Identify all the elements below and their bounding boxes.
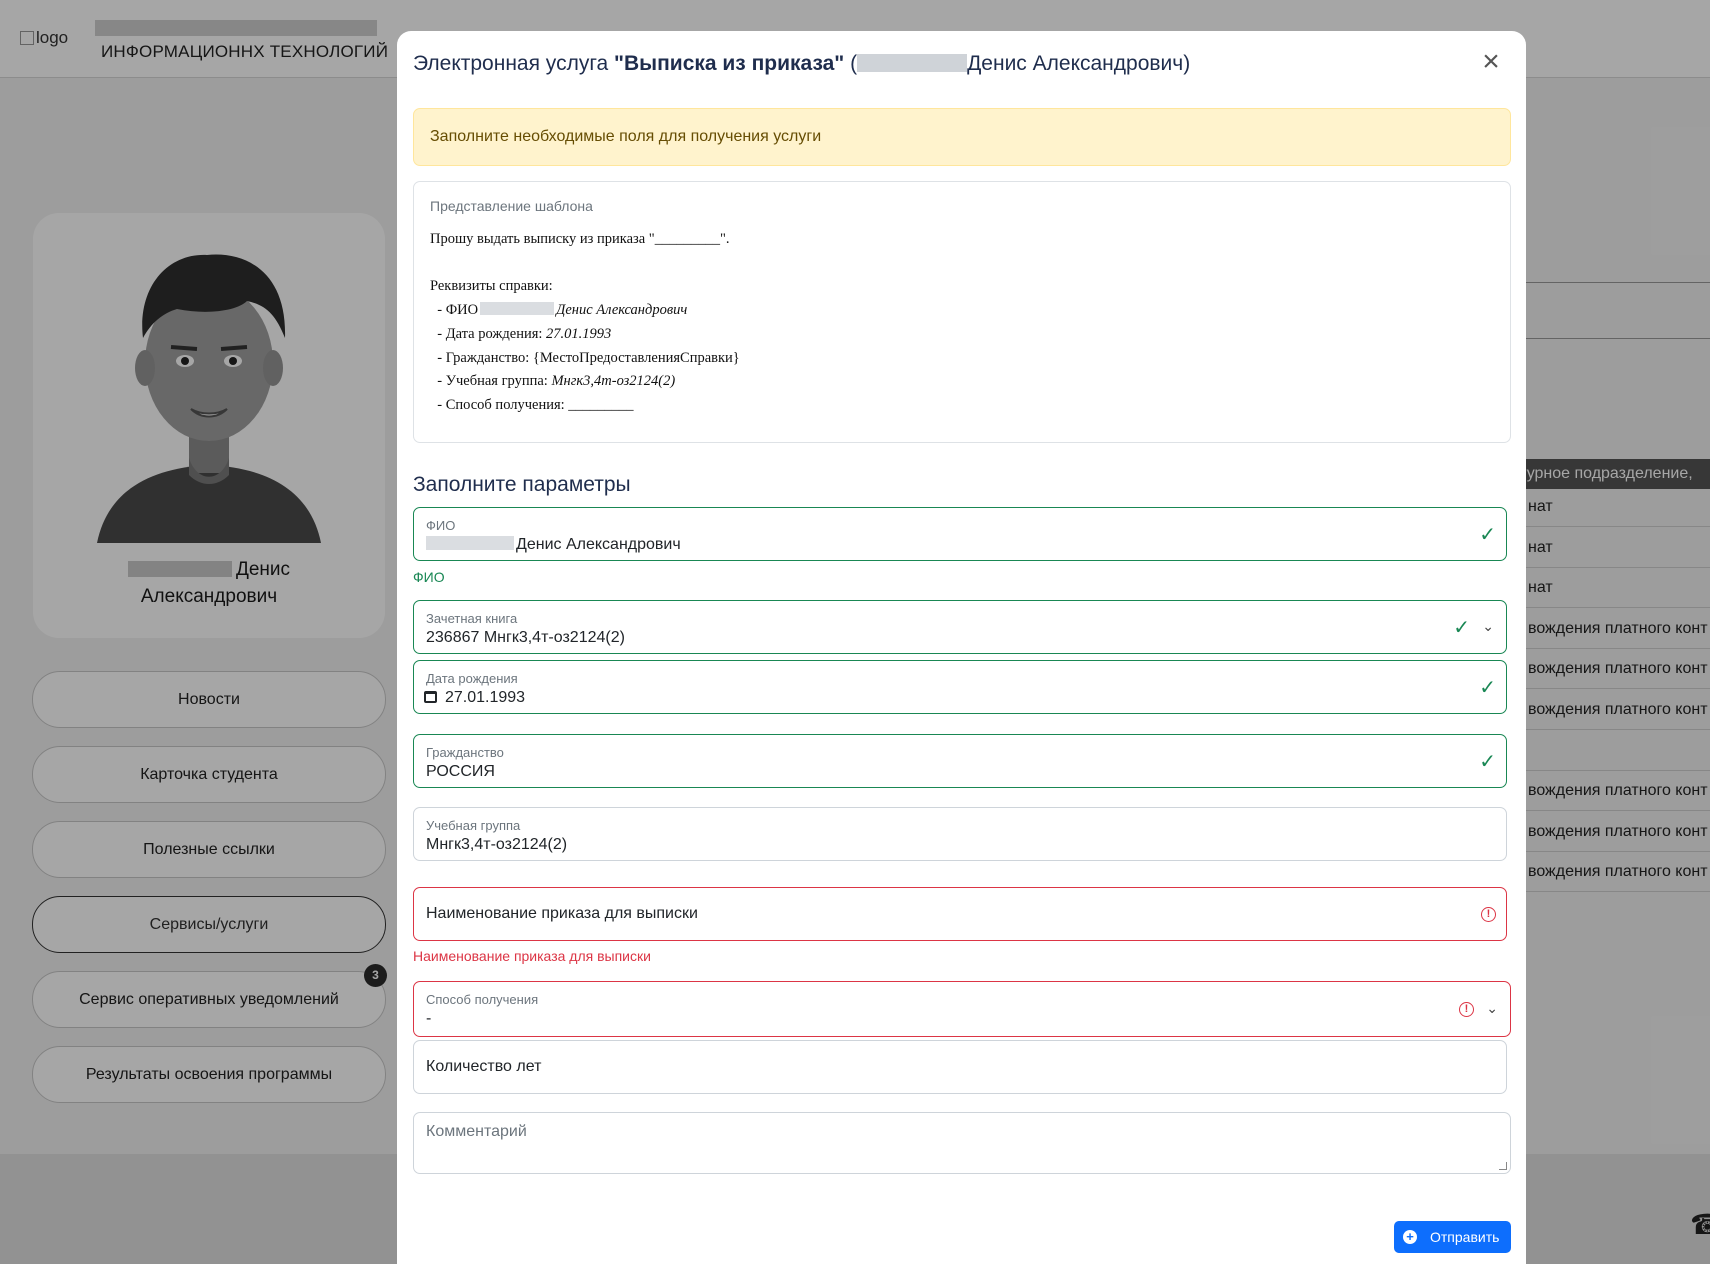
- check-icon: ✓: [1479, 751, 1496, 773]
- chevron-down-icon: ⌄: [1486, 1000, 1498, 1016]
- field-label: Способ получения: [426, 992, 539, 1007]
- order-name-invalid-feedback: Наименование приказа для выписки: [413, 948, 651, 964]
- comment-textarea[interactable]: Комментарий: [413, 1112, 1511, 1174]
- check-icon: ✓: [1479, 677, 1496, 699]
- error-icon: !: [1481, 907, 1496, 922]
- field-label: Учебная группа: [426, 818, 521, 833]
- template-line: Реквизиты справки:: [430, 278, 553, 295]
- fio-field[interactable]: ФИО Денис Александрович ✓: [413, 507, 1507, 561]
- receipt-method-select[interactable]: Способ получения - ! ⌄: [413, 981, 1511, 1037]
- redacted-surname: [857, 54, 968, 72]
- field-value: 27.01.1993: [424, 689, 525, 707]
- field-label: Зачетная книга: [426, 611, 518, 626]
- citizenship-field[interactable]: Гражданство РОССИЯ ✓: [413, 734, 1507, 788]
- template-group-label: - Учебная группа:: [430, 373, 552, 390]
- years-count-field[interactable]: Количество лет: [413, 1040, 1507, 1094]
- info-alert: Заполните необходимые поля для получения…: [413, 108, 1511, 166]
- template-preview: Представление шаблона Прошу выдать выпис…: [413, 181, 1511, 443]
- plus-circle-icon: +: [1403, 1230, 1417, 1244]
- submit-button[interactable]: + Отправить: [1394, 1221, 1511, 1253]
- calendar-icon[interactable]: [424, 691, 437, 703]
- field-placeholder: Наименование приказа для выписки: [426, 905, 698, 922]
- template-line: - Способ получения: _________: [430, 396, 634, 413]
- template-fio-value: Денис Александрович: [556, 302, 688, 319]
- redacted-surname: [426, 536, 514, 550]
- field-value: -: [426, 1010, 432, 1027]
- template-birth-line: - Дата рождения: 27.01.1993: [430, 323, 1494, 347]
- error-icon: !: [1459, 1002, 1474, 1017]
- close-icon[interactable]: ×: [1476, 47, 1506, 77]
- page: logo ИНФОРМАЦИОННХ ТЕХНОЛОГИЙ Денис Алек…: [0, 0, 1710, 1264]
- template-fio-label: - ФИО: [430, 302, 479, 319]
- template-blank-line: [430, 252, 1494, 276]
- birth-date-field[interactable]: Дата рождения 27.01.1993 ✓: [413, 660, 1507, 714]
- resize-handle[interactable]: [1499, 1162, 1507, 1170]
- service-modal: Электронная услуга "Выписка из приказа" …: [397, 31, 1526, 1264]
- field-placeholder: Количество лет: [426, 1058, 542, 1075]
- birth-date-value: 27.01.1993: [445, 689, 526, 706]
- field-value: Мнгк3,4т-оз2124(2): [426, 836, 568, 853]
- redacted-surname: [480, 302, 555, 316]
- title-person-name: Денис Александрович): [967, 52, 1191, 75]
- check-icon: ✓: [1479, 524, 1496, 546]
- template-line: - Гражданство: {МестоПредоставленияСправ…: [430, 349, 740, 366]
- template-text: Прошу выдать выписку из приказа "_______…: [430, 228, 1494, 418]
- field-value: 236867 Мнгк3,4т-оз2124(2): [426, 629, 625, 646]
- title-paren: (: [844, 52, 858, 75]
- template-group-value: Мнгк3,4т-оз2124(2): [551, 373, 676, 390]
- template-birth-label: - Дата рождения:: [430, 325, 547, 342]
- template-line: Прошу выдать выписку из приказа "_______…: [430, 231, 730, 247]
- field-placeholder: Комментарий: [426, 1123, 527, 1140]
- record-book-select[interactable]: Зачетная книга 236867 Мнгк3,4т-оз2124(2)…: [413, 600, 1507, 654]
- fio-value-text: Денис Александрович: [516, 536, 681, 553]
- template-group-line: - Учебная группа: Мнгк3,4т-оз2124(2): [430, 370, 1494, 394]
- study-group-field[interactable]: Учебная группа Мнгк3,4т-оз2124(2): [413, 807, 1507, 861]
- field-label: Дата рождения: [426, 671, 518, 686]
- template-label: Представление шаблона: [430, 198, 593, 214]
- chevron-down-icon: ⌄: [1482, 618, 1494, 634]
- template-birth-value: 27.01.1993: [546, 325, 612, 342]
- check-icon: ✓: [1453, 617, 1470, 639]
- title-prefix: Электронная услуга: [413, 52, 615, 75]
- section-title: Заполните параметры: [413, 473, 631, 496]
- fio-valid-feedback: ФИО: [413, 569, 445, 585]
- field-label: ФИО: [426, 518, 456, 533]
- title-service-name: "Выписка из приказа": [614, 52, 845, 75]
- field-label: Гражданство: [426, 745, 504, 760]
- modal-title: Электронная услуга "Выписка из приказа" …: [413, 49, 1473, 79]
- template-fio-line: - ФИО Денис Александрович: [430, 299, 1494, 323]
- field-value: Денис Александрович: [426, 536, 681, 554]
- field-value: РОССИЯ: [426, 763, 495, 780]
- submit-label: Отправить: [1430, 1229, 1500, 1245]
- order-name-field[interactable]: Наименование приказа для выписки !: [413, 887, 1507, 941]
